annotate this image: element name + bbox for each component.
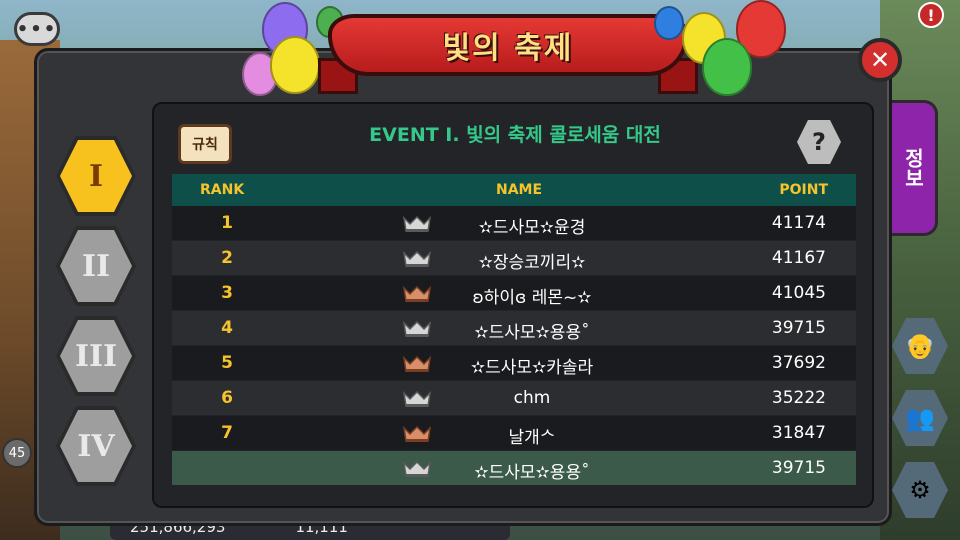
event-title: EVENT Ⅰ. 빛의 축제 콜로세움 대전 [369, 124, 661, 146]
rank-cell: 4 [221, 318, 233, 338]
balloon-icon [654, 6, 684, 40]
point-cell: 41045 [771, 283, 826, 303]
table-row: 7 날개ᄉ 31847 [172, 416, 856, 450]
crown-icon [402, 249, 432, 269]
point-cell: 37692 [771, 353, 826, 373]
table-row: 5 ✫드사모✫카솔라 37692 [172, 346, 856, 380]
point-cell: 35222 [771, 388, 826, 408]
player-name-cell: ✫드사모✫윤경 [478, 218, 586, 238]
player-name-cell: ✫장승코끼리✫ [478, 253, 586, 273]
table-row: 2 ✫장승코끼리✫ 41167 [172, 241, 856, 275]
balloon-icon [702, 38, 752, 96]
player-name-cell: ✫드사모✫용용˚ [474, 323, 590, 343]
rank-cell: 3 [221, 283, 233, 303]
info-tab[interactable]: 정보 [892, 100, 938, 236]
close-button[interactable]: ✕ [858, 38, 902, 82]
chat-icon[interactable]: ••• [14, 12, 60, 46]
crown-icon [402, 459, 432, 479]
alert-icon[interactable]: ! [918, 2, 944, 28]
event-banner: 빛의 축제 [318, 10, 698, 94]
banner-body: 빛의 축제 [328, 14, 688, 76]
banner-title: 빛의 축제 [442, 31, 574, 66]
rank-cell: 7 [221, 423, 233, 443]
table-row: 4 ✫드사모✫용용˚ 39715 [172, 311, 856, 345]
player-name-cell: chm [513, 388, 551, 408]
player-name-cell: ✫드사모✫카솔라 [470, 358, 594, 378]
column-header-rank: RANK [200, 182, 245, 198]
crown-icon [402, 214, 432, 234]
crown-icon [402, 389, 432, 409]
ranking-table-header: RANK NAME POINT [172, 174, 856, 206]
crown-icon [402, 354, 432, 374]
balloon-icon [270, 36, 320, 94]
player-name-cell: ✫드사모✫용용˚ [474, 463, 590, 483]
rank-cell: 1 [221, 213, 233, 233]
table-row: 3 ʚ하이ɞ 레몬~✫ 41045 [172, 276, 856, 310]
crown-icon [402, 284, 432, 304]
rank-cell: 2 [221, 248, 233, 268]
rank-cell: 5 [221, 353, 233, 373]
player-name-cell: ʚ하이ɞ 레몬~✫ [472, 288, 592, 308]
info-tab-label: 정보 [901, 148, 925, 188]
table-row: 6 chm 35222 [172, 381, 856, 415]
column-header-name: NAME [496, 182, 543, 198]
crown-icon [402, 319, 432, 339]
player-level-badge: 45 [2, 438, 32, 468]
table-row: 1 ✫드사모✫윤경 41174 [172, 206, 856, 240]
point-cell: 41167 [771, 248, 826, 268]
point-cell: 39715 [771, 458, 826, 478]
rank-cell: 6 [221, 388, 233, 408]
point-cell: 39715 [771, 318, 826, 338]
point-cell: 41174 [771, 213, 826, 233]
player-name-cell: 날개ᄉ [508, 428, 556, 448]
column-header-point: POINT [779, 182, 828, 198]
my-rank-row: ✫드사모✫용용˚ 39715 [172, 451, 856, 485]
crown-icon [402, 424, 432, 444]
question-mark-icon: ? [812, 128, 826, 156]
rules-button[interactable]: 규칙 [178, 124, 232, 164]
point-cell: 31847 [771, 423, 826, 443]
background-scenery-right [880, 0, 960, 540]
